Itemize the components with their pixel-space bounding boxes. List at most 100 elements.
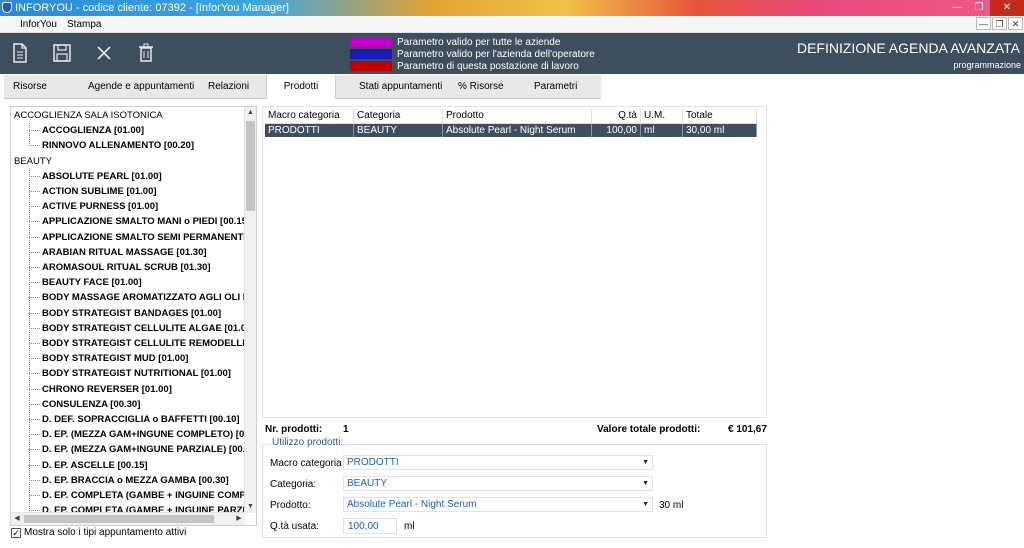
tree-connector: [29, 373, 40, 375]
close-window-button[interactable]: ✕: [990, 0, 1024, 16]
inner-minimize-button[interactable]: —: [976, 17, 991, 30]
tab-parametri[interactable]: Parametri: [534, 75, 577, 98]
tree-connector: [29, 191, 40, 192]
tree-item[interactable]: BODY STRATEGIST CELLULITE ALGAE [01.00]: [42, 321, 245, 336]
scroll-up-arrow-icon[interactable]: ▲: [245, 107, 256, 119]
tree-item[interactable]: BODY STRATEGIST MUD [01.00]: [42, 351, 188, 366]
scroll-right-arrow-icon[interactable]: ▶: [233, 513, 245, 525]
tree-group[interactable]: ACCOGLIENZA SALA ISOTONICA: [14, 108, 163, 123]
chevron-down-icon[interactable]: ▼: [642, 499, 649, 511]
tree-connector: [29, 434, 40, 436]
trash-icon[interactable]: [135, 42, 157, 64]
tree-item[interactable]: CHRONO REVERSER [01.00]: [42, 382, 172, 397]
cell-total: 30,00 ml: [683, 124, 757, 137]
column-header[interactable]: Macro categoria: [265, 109, 354, 123]
tree-item[interactable]: BODY MASSAGE AROMATIZZATO AGLI OLI ESS: [42, 290, 245, 305]
tree-item[interactable]: D. EP. BRACCIA o MEZZA GAMBA [00.30]: [42, 473, 229, 488]
column-header[interactable]: Prodotto: [443, 109, 592, 123]
tree-item[interactable]: D. DEF. SOPRACCIGLIA o BAFFETTI [00.10]: [42, 412, 240, 427]
tree-group[interactable]: BEAUTY: [14, 154, 52, 169]
app-logo-icon: [2, 2, 12, 13]
menu-stampa[interactable]: Stampa: [67, 19, 101, 30]
tree-item[interactable]: D. EP. (MEZZA GAM+INGUNE COMPLETO) [00.4: [42, 427, 245, 442]
tree-item[interactable]: APPLICAZIONE SMALTO MANI o PIEDI [00.15]: [42, 214, 245, 229]
appointment-type-tree[interactable]: ACCOGLIENZA SALA ISOTONICA ACCOGLIENZA [0…: [10, 106, 257, 526]
title-bar: INFORYOU - codice cliente: 07392 - [Info…: [0, 0, 1024, 16]
scroll-down-arrow-icon[interactable]: ▼: [245, 501, 256, 513]
tree-item[interactable]: APPLICAZIONE SMALTO SEMI PERMANENTE [0: [42, 230, 245, 245]
restore-button[interactable]: ❐: [968, 0, 990, 16]
menu-inforyou[interactable]: InforYou: [20, 19, 57, 30]
tree-connector: [29, 419, 40, 420]
tree-item[interactable]: ACTIVE PURNESS [01.00]: [42, 199, 158, 214]
toolbar: Parametro valido per tutte le aziende Pa…: [0, 33, 1024, 74]
tab-risorse[interactable]: Risorse: [13, 75, 47, 98]
tree-connector: [29, 236, 40, 238]
tab-agende-appuntamenti[interactable]: Agende e appuntamenti: [88, 75, 194, 98]
save-icon[interactable]: [51, 42, 73, 64]
tree-item[interactable]: ABSOLUTE PEARL [01.00]: [42, 169, 162, 184]
tree-connector: [29, 130, 40, 132]
column-header[interactable]: Q.tà: [592, 109, 641, 123]
close-x-icon[interactable]: [93, 42, 115, 64]
quantity-used-input[interactable]: 100,00: [343, 518, 397, 534]
inner-restore-button[interactable]: ❐: [992, 17, 1007, 30]
scroll-thumb[interactable]: [24, 515, 214, 523]
tab-percent-risorse[interactable]: % Risorse: [458, 75, 504, 98]
column-header[interactable]: U.M.: [641, 109, 683, 123]
minimize-button[interactable]: —: [946, 0, 968, 16]
legend-row-operator-company: Parametro valido per l'azienda dell'oper…: [350, 48, 595, 60]
inner-close-button[interactable]: ✕: [1008, 17, 1023, 30]
tab-prodotti[interactable]: Prodotti: [266, 75, 336, 99]
chevron-down-icon[interactable]: ▼: [642, 457, 649, 469]
active-only-label: Mostra solo i tipi appuntamento attivi: [24, 527, 187, 538]
tree-item[interactable]: D. EP. ASCELLE [00.15]: [42, 458, 148, 473]
tree-item[interactable]: ARABIAN RITUAL MASSAGE [01.30]: [42, 245, 207, 260]
column-header[interactable]: Totale: [683, 109, 757, 123]
scroll-thumb[interactable]: [246, 121, 255, 211]
tree-vertical-scrollbar[interactable]: ▲ ▼: [244, 107, 256, 513]
column-header[interactable]: Categoria: [354, 109, 443, 123]
tree-connector: [29, 221, 40, 223]
tree-item[interactable]: D. EP. (MEZZA GAM+INGUNE PARZIALE) [00.4: [42, 442, 245, 457]
tab-bar: Risorse Agende e appuntamenti Relazioni …: [0, 75, 1024, 99]
table-row[interactable]: PRODOTTI BEAUTY Absolute Pearl - Night S…: [265, 124, 757, 137]
tree-item[interactable]: CONSULENZA [00.30]: [42, 397, 140, 412]
grid-header: Macro categoria Categoria Prodotto Q.tà …: [265, 109, 757, 124]
product-count-label: Nr. prodotti:: [265, 424, 323, 435]
category-select[interactable]: BEAUTY ▼: [343, 476, 653, 491]
active-only-checkbox-row[interactable]: ✓ Mostra solo i tipi appuntamento attivi: [11, 526, 186, 539]
chevron-down-icon[interactable]: ▼: [642, 478, 649, 490]
tree-item[interactable]: AROMASOUL RITUAL SCRUB [01.30]: [42, 260, 211, 275]
tree-item[interactable]: ACCOGLIENZA [01.00]: [42, 123, 144, 138]
cell-unit: ml: [641, 124, 683, 137]
tree-item[interactable]: ACTION SUBLIME [01.00]: [42, 184, 157, 199]
quantity-used-value: 100,00: [348, 521, 379, 532]
tree-connector: [29, 282, 40, 284]
legend-text: Parametro di questa postazione di lavoro: [397, 60, 579, 72]
product-select[interactable]: Absolute Pearl - Night Serum ▼: [343, 497, 653, 512]
tree-connector: [29, 168, 30, 512]
tree-connector: [29, 388, 40, 390]
tree-connector: [29, 464, 40, 466]
tree-item[interactable]: BODY STRATEGIST BANDAGES [01.00]: [42, 306, 221, 321]
active-only-checkbox[interactable]: ✓: [11, 527, 21, 538]
tree-item[interactable]: BEAUTY FACE [01.00]: [42, 275, 142, 290]
legend-swatch-red: [350, 61, 392, 71]
tree-connector: [29, 175, 40, 177]
tree-item[interactable]: RINNOVO ALLENAMENTO [00.20]: [42, 138, 194, 153]
macro-category-select[interactable]: PRODOTTI ▼: [343, 455, 653, 470]
new-document-icon[interactable]: [9, 42, 31, 64]
tree-connector: [29, 403, 40, 405]
macro-category-value: PRODOTTI: [347, 457, 399, 468]
tree-item[interactable]: D. EP. COMPLETA (GAMBE + INGUINE COMPLET: [42, 488, 245, 503]
tree-item[interactable]: BODY STRATEGIST CELLULITE REMODELLER [0: [42, 336, 245, 351]
tree-horizontal-scrollbar[interactable]: ◀ ▶: [11, 512, 245, 525]
tree-connector: [29, 358, 40, 360]
tab-stati-appuntamenti[interactable]: Stati appuntamenti: [359, 75, 442, 98]
tree-content: ACCOGLIENZA SALA ISOTONICA ACCOGLIENZA [0…: [11, 107, 245, 513]
scroll-left-arrow-icon[interactable]: ◀: [11, 513, 23, 525]
products-grid[interactable]: Macro categoria Categoria Prodotto Q.tà …: [262, 106, 767, 418]
tree-item[interactable]: BODY STRATEGIST NUTRITIONAL [01.00]: [42, 366, 231, 381]
tab-relazioni[interactable]: Relazioni: [208, 75, 249, 98]
